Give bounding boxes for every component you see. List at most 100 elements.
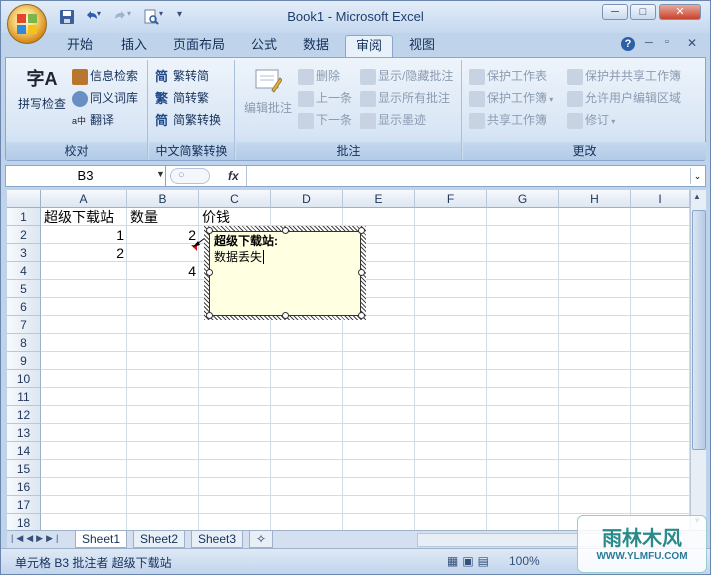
next-comment-button[interactable]: 下一条 — [298, 110, 352, 130]
office-button[interactable] — [7, 4, 47, 44]
row-header-11[interactable]: 11 — [7, 388, 41, 406]
insert-sheet-icon[interactable]: ✧ — [249, 531, 273, 548]
track-changes-button[interactable]: 修订 ▾ — [567, 110, 615, 130]
print-dropdown-icon[interactable]: ▾ — [159, 9, 167, 25]
column-header-E[interactable]: E — [343, 190, 415, 208]
edit-comment-button[interactable]: 编辑批注 — [240, 64, 296, 124]
sheet-tab-2[interactable]: Sheet2 — [133, 531, 186, 548]
customize-qat-icon[interactable]: ▾ — [177, 9, 187, 25]
research-button[interactable]: 信息检索 — [72, 66, 138, 86]
formula-input[interactable] — [250, 168, 690, 184]
tab-home[interactable]: 开始 — [57, 35, 103, 57]
row-header-13[interactable]: 13 — [7, 424, 41, 442]
cell-A1[interactable]: 超级下载站 — [42, 208, 116, 226]
resize-handle[interactable] — [358, 269, 365, 276]
tab-formulas[interactable]: 公式 — [241, 35, 287, 57]
column-header-F[interactable]: F — [415, 190, 487, 208]
resize-handle[interactable] — [206, 269, 213, 276]
delete-comment-button[interactable]: 删除 — [298, 66, 340, 86]
protect-workbook-button[interactable]: 保护工作簿 ▾ — [469, 88, 553, 108]
row-header-16[interactable]: 16 — [7, 478, 41, 496]
insert-function-button[interactable]: fx — [228, 169, 239, 183]
cell-A3[interactable]: 2 — [42, 244, 126, 262]
expand-formula-bar-icon[interactable]: ⌄ — [690, 168, 704, 184]
zoom-level[interactable]: 100% — [509, 554, 540, 568]
resize-handle[interactable] — [282, 227, 289, 234]
undo-dropdown-icon[interactable]: ▾ — [97, 9, 105, 25]
conversion-button[interactable]: 简简繁转换 — [155, 110, 221, 130]
cell-B4[interactable]: 4 — [127, 262, 198, 280]
save-icon[interactable] — [59, 9, 75, 25]
help-icon[interactable]: ? — [621, 37, 635, 51]
redo-dropdown-icon[interactable]: ▾ — [127, 9, 135, 25]
ribbon-minimize-icon[interactable]: ─ — [645, 37, 653, 49]
cell-B3[interactable] — [127, 244, 199, 262]
row-header-14[interactable]: 14 — [7, 442, 41, 460]
tab-data[interactable]: 数据 — [293, 35, 339, 57]
row-header-15[interactable]: 15 — [7, 460, 41, 478]
row-header-12[interactable]: 12 — [7, 406, 41, 424]
resize-handle[interactable] — [358, 312, 365, 319]
spellcheck-button[interactable]: 字A 拼写检查 — [12, 64, 72, 120]
column-header-G[interactable]: G — [487, 190, 559, 208]
resize-handle[interactable] — [282, 312, 289, 319]
close-button[interactable]: ✕ — [659, 4, 701, 20]
show-ink-button[interactable]: 显示墨迹 — [360, 110, 426, 130]
sheet-tab-1[interactable]: Sheet1 — [75, 531, 128, 548]
resize-handle[interactable] — [358, 227, 365, 234]
row-header-3[interactable]: 3 — [7, 244, 41, 262]
row-header-6[interactable]: 6 — [7, 298, 41, 316]
row-header-4[interactable]: 4 — [7, 262, 41, 280]
to-simplified-button[interactable]: 简繁转简 — [155, 66, 209, 86]
protect-sheet-button[interactable]: 保护工作表 — [469, 66, 547, 86]
sheet-nav-icons[interactable]: |◀◀▶▶| — [11, 533, 61, 544]
row-header-8[interactable]: 8 — [7, 334, 41, 352]
tab-insert[interactable]: 插入 — [111, 35, 157, 57]
row-header-10[interactable]: 10 — [7, 370, 41, 388]
tab-page-layout[interactable]: 页面布局 — [163, 35, 235, 57]
cell-B1[interactable]: 数量 — [128, 208, 160, 226]
prev-comment-button[interactable]: 上一条 — [298, 88, 352, 108]
cancel-entry-icon[interactable]: ○ — [178, 169, 185, 181]
column-header-H[interactable]: H — [559, 190, 631, 208]
cell-B2[interactable]: 2 — [127, 226, 198, 244]
row-header-2[interactable]: 2 — [7, 226, 41, 244]
name-box[interactable]: B3 — [6, 166, 166, 186]
translate-button[interactable]: a中 翻译 — [72, 110, 114, 130]
name-box-dropdown-icon[interactable]: ▼ — [156, 169, 165, 179]
thesaurus-button[interactable]: 同义词库 — [72, 88, 138, 108]
scroll-thumb[interactable] — [692, 210, 706, 450]
ribbon-restore-icon[interactable]: ▫ — [665, 36, 669, 48]
column-header-B[interactable]: B — [127, 190, 199, 208]
allow-edit-ranges-button[interactable]: 允许用户编辑区域 — [567, 88, 681, 108]
scroll-up-icon[interactable]: ▲ — [693, 192, 701, 201]
to-traditional-button[interactable]: 繁简转繁 — [155, 88, 209, 108]
show-hide-comment-button[interactable]: 显示/隐藏批注 — [360, 66, 453, 86]
cell-C1[interactable]: 价钱 — [200, 208, 232, 226]
column-header-C[interactable]: C — [199, 190, 271, 208]
maximize-button[interactable]: □ — [630, 4, 656, 20]
show-all-comments-button[interactable]: 显示所有批注 — [360, 88, 450, 108]
sheet-tab-3[interactable]: Sheet3 — [191, 531, 244, 548]
minimize-button[interactable]: ─ — [602, 4, 628, 20]
protect-share-button[interactable]: 保护并共享工作簿 — [567, 66, 681, 86]
print-preview-icon[interactable] — [143, 9, 159, 25]
row-header-18[interactable]: 18 — [7, 514, 41, 530]
tab-view[interactable]: 视图 — [399, 35, 445, 57]
tab-review[interactable]: 审阅 — [345, 35, 394, 57]
column-header-A[interactable]: A — [41, 190, 127, 208]
column-header-D[interactable]: D — [271, 190, 343, 208]
view-buttons-icon[interactable]: ▦▣▤ — [447, 554, 493, 568]
row-header-7[interactable]: 7 — [7, 316, 41, 334]
row-header-9[interactable]: 9 — [7, 352, 41, 370]
resize-handle[interactable] — [206, 227, 213, 234]
share-workbook-button[interactable]: 共享工作簿 — [469, 110, 547, 130]
cell-A2[interactable]: 1 — [42, 226, 126, 244]
select-all-corner[interactable] — [7, 190, 41, 208]
column-header-I[interactable]: I — [631, 190, 690, 208]
row-header-1[interactable]: 1 — [7, 208, 41, 226]
row-header-17[interactable]: 17 — [7, 496, 41, 514]
row-header-5[interactable]: 5 — [7, 280, 41, 298]
comment-box[interactable]: 超级下载站: 数据丢失 — [209, 231, 361, 316]
vertical-scrollbar[interactable]: ▲ ▼ — [690, 190, 706, 530]
